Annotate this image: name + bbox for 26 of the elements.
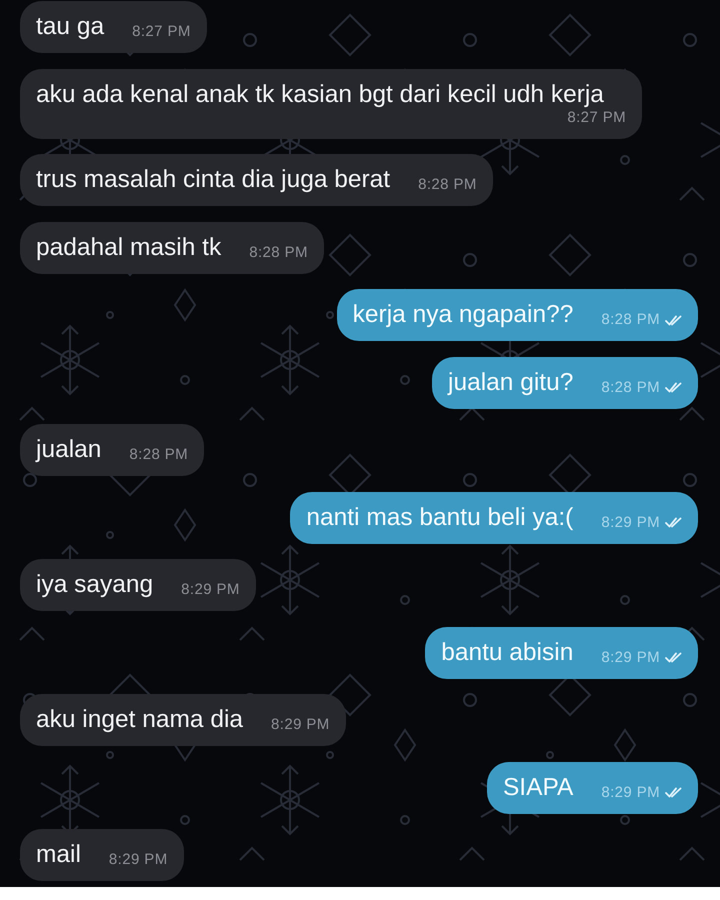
message-text: nanti mas bantu beli ya:( — [306, 502, 574, 532]
message-time: 8:28 PM — [601, 380, 660, 396]
message-text: jualan gitu? — [448, 368, 574, 398]
message-text: mail — [36, 840, 81, 870]
message-text: tau ga — [36, 12, 104, 42]
message-time: 8:29 PM — [601, 514, 660, 530]
message-time: 8:28 PM — [129, 447, 188, 463]
message-text: aku ada kenal anak tk kasian bgt dari kecil udh kerja — [36, 80, 604, 110]
message-text: trus masalah cinta dia juga berat — [36, 165, 390, 195]
message-time: 8:29 PM — [271, 717, 330, 733]
message-time: 8:28 PM — [601, 312, 660, 328]
message-time: 8:29 PM — [181, 582, 240, 598]
message-time: 8:29 PM — [108, 852, 168, 868]
message-text: bantu abisin — [441, 638, 574, 668]
message-text: SIAPA — [502, 772, 574, 802]
message-time: 8:29 PM — [601, 784, 660, 800]
message-time: 8:28 PM — [418, 177, 477, 193]
message-time: 8:27 PM — [567, 110, 626, 126]
message-text: iya sayang — [36, 570, 154, 600]
message-time: 8:27 PM — [132, 24, 191, 40]
message-text: aku inget nama dia — [36, 705, 244, 735]
message-time: 8:28 PM — [249, 244, 308, 260]
message-text: kerja nya ngapain?? — [352, 300, 574, 330]
message-time: 8:29 PM — [601, 650, 660, 666]
message-text: padahal masih tk — [36, 232, 222, 262]
message-text: jualan — [36, 435, 102, 465]
